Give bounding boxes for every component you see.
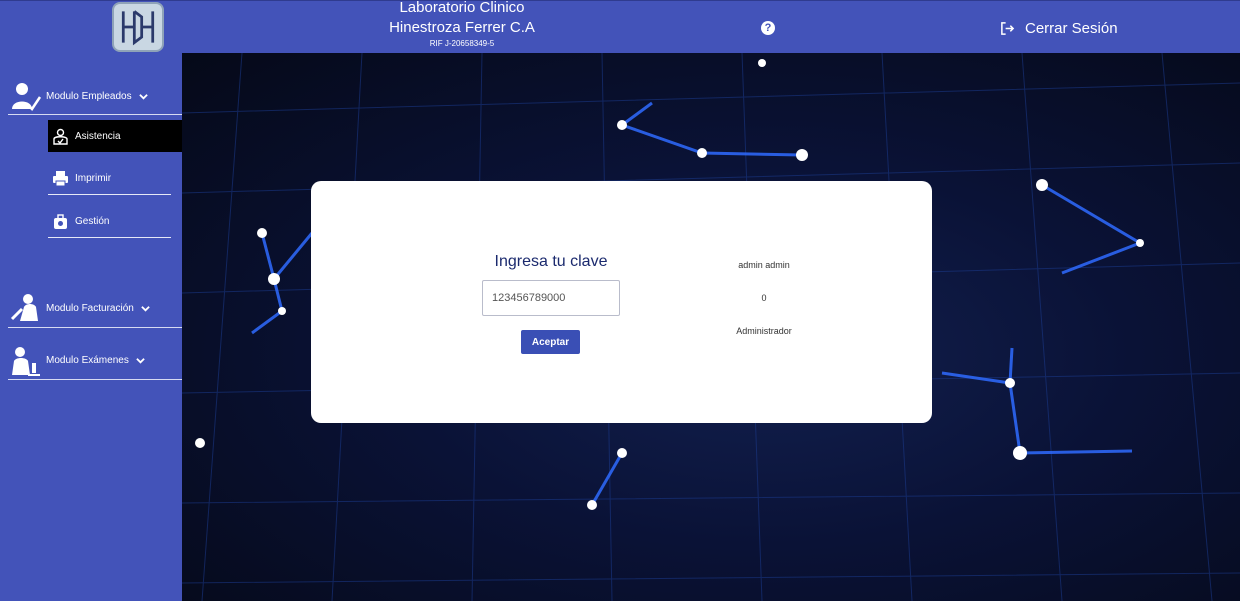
top-bar: Laboratorio Clinico Hinestroza Ferrer C.… [0,0,1240,53]
divider [8,379,182,380]
printer-icon [53,170,68,186]
sidebar-item-label: Asistencia [75,130,121,142]
attendance-icon [53,128,68,145]
user-code: 0 [761,293,767,303]
accept-button[interactable]: Aceptar [521,330,580,354]
lab-name-line1: Laboratorio Clinico [399,0,525,16]
chevron-down-icon [141,305,150,312]
chevron-down-icon [138,93,148,100]
user-role: Administrador [736,326,792,336]
divider [8,114,182,115]
lab-exam-icon [12,347,40,376]
sidebar-item-gestion[interactable]: Gestión [48,205,182,237]
module-label: Modulo Empleados [46,90,132,102]
sidebar-module-examenes[interactable]: Modulo Exámenes [8,335,182,385]
dialog-title: Ingresa tu clave [494,253,608,270]
password-input[interactable] [482,280,620,316]
module-label: Modulo Exámenes [46,354,129,366]
sidebar-item-asistencia[interactable]: Asistencia [48,120,182,152]
logout-icon [1001,21,1015,35]
logo [112,2,164,52]
divider [48,237,171,238]
sidebar-item-label: Gestión [75,215,110,227]
password-dialog: Ingresa tu clave Aceptar admin admin 0 A… [311,181,932,423]
chevron-down-icon [136,357,145,364]
module-label: Modulo Facturación [46,302,134,314]
logout-button[interactable]: Cerrar Sesión [1000,17,1118,39]
divider [48,194,171,195]
sidebar-item-imprimir[interactable]: Imprimir [48,162,182,194]
lab-rif: RIF J-20658349-5 [429,39,495,48]
user-name: admin admin [738,260,790,270]
sidebar-item-label: Imprimir [75,172,112,184]
billing-icon [10,294,38,321]
sidebar: Modulo Empleados Asistencia Imprimir Ges… [0,67,182,601]
lab-name-line2: Hinestroza Ferrer C.A [389,19,535,36]
divider [8,327,182,328]
help-icon[interactable]: ? [761,21,775,35]
sidebar-module-facturacion[interactable]: Modulo Facturación [8,283,182,333]
logout-label: Cerrar Sesión [1025,19,1118,37]
employee-icon [12,83,42,111]
management-icon [54,213,67,229]
